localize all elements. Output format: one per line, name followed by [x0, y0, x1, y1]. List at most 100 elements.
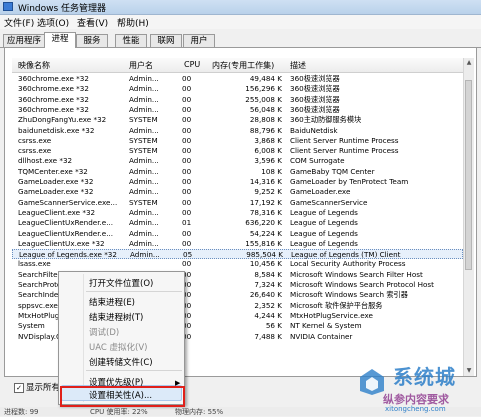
- tab-performance[interactable]: 性能: [115, 34, 147, 47]
- cell-memory: 49,484 K: [249, 74, 282, 83]
- menu-end-process-tree[interactable]: 结束进程树(T): [89, 311, 143, 323]
- cell-cpu: 00: [182, 166, 192, 176]
- column-image-name[interactable]: 映像名称: [18, 60, 50, 71]
- cell-description: GameBaby TQM Center: [290, 166, 375, 176]
- cell-description: GameLoader.exe: [290, 187, 351, 197]
- table-row[interactable]: GameLoader.exe *32 Admin... 00 9,252 K GameL…: [12, 187, 463, 197]
- menu-help[interactable]: 帮助(H): [117, 16, 149, 29]
- title-bar: Windows 任务管理器: [0, 0, 481, 15]
- table-row[interactable]: LeagueClient.exe *32 Admin... 00 78,316 K Le…: [12, 208, 463, 218]
- cell-memory: 28,808 K: [249, 115, 282, 125]
- table-row[interactable]: csrss.exe SYSTEM 00 3,868 K Client Server Ru…: [12, 136, 463, 146]
- table-row[interactable]: 360chrome.exe *32 Admin... 00 156,296 K 360极…: [12, 84, 463, 94]
- cell-cpu: 00: [182, 207, 192, 217]
- menu-options[interactable]: 选项(O): [37, 16, 69, 29]
- cell-image-name: GameLoader.exe *32: [18, 187, 94, 197]
- cell-image-name: dllhost.exe *32: [18, 156, 73, 166]
- cell-cpu: 01: [182, 218, 192, 228]
- scrollbar-thumb[interactable]: [465, 80, 472, 270]
- tab-services[interactable]: 服务: [76, 34, 108, 47]
- cell-image-name: 360chrome.exe *32: [18, 84, 89, 94]
- cell-cpu: 00: [182, 146, 192, 156]
- cell-description: NT Kernel & System: [290, 321, 362, 331]
- menu-create-dump-file[interactable]: 创建转储文件(C): [89, 356, 153, 368]
- cell-cpu: 00: [182, 187, 192, 197]
- cell-image-name: LeagueClientUxRender.e...: [18, 228, 114, 238]
- cell-image-name: baidunetdisk.exe *32: [18, 125, 95, 135]
- cell-user-name: Admin...: [129, 228, 159, 238]
- column-user-name[interactable]: 用户名: [129, 60, 153, 71]
- table-row[interactable]: csrss.exe SYSTEM 00 6,008 K Client Server Ru…: [12, 146, 463, 156]
- column-memory[interactable]: 内存(专用工作集): [212, 60, 274, 71]
- cell-user-name: SYSTEM: [129, 135, 158, 145]
- cell-user-name: Admin...: [129, 238, 159, 248]
- cell-description: 360极速浏览器: [290, 84, 340, 94]
- cell-memory: 6,008 K: [254, 146, 282, 156]
- cell-user-name: Admin...: [129, 125, 159, 135]
- cell-user-name: SYSTEM: [129, 146, 158, 156]
- table-row[interactable]: GameScannerService.exe... SYSTEM 00 17,192 …: [12, 198, 463, 208]
- cell-image-name: 360chrome.exe *32: [18, 94, 89, 104]
- table-row[interactable]: 360chrome.exe *32 Admin... 00 49,484 K 360极速…: [12, 74, 463, 84]
- menu-file[interactable]: 文件(F): [4, 16, 34, 29]
- cell-description: Microsoft 软件保护平台服务: [290, 300, 383, 310]
- cell-cpu: 00: [182, 84, 192, 94]
- cell-cpu: 00: [182, 125, 192, 135]
- table-row[interactable]: LeagueClientUxRender.e... Admin... 00 54,22…: [12, 229, 463, 239]
- cell-memory: 155,816 K: [245, 238, 282, 248]
- menu-bar: 文件(F) 选项(O) 查看(V) 帮助(H): [0, 15, 481, 29]
- cell-description: Microsoft Windows Search Protocol Host: [290, 280, 434, 289]
- tab-applications[interactable]: 应用程序: [3, 34, 45, 47]
- window-title: Windows 任务管理器: [18, 4, 107, 14]
- table-row[interactable]: dllhost.exe *32 Admin... 00 3,596 K COM Surr…: [12, 156, 463, 166]
- table-row[interactable]: League of Legends.exe *32 Admin... 05 985,5…: [12, 249, 463, 260]
- cell-description: League of Legends: [290, 207, 358, 217]
- table-row[interactable]: LeagueClientUx.exe *32 Admin... 00 155,816 …: [12, 239, 463, 249]
- cell-description: BaiduNetdisk: [290, 125, 338, 135]
- menu-view[interactable]: 查看(V): [77, 16, 108, 29]
- cell-image-name: LeagueClient.exe *32: [18, 207, 96, 217]
- vertical-scrollbar[interactable]: ▲ ▼: [463, 58, 474, 376]
- cell-description: 360主动防御服务模块: [290, 115, 362, 125]
- task-manager-icon: [3, 2, 13, 11]
- table-row[interactable]: GameLoader.exe *32 Admin... 00 14,316 K Game…: [12, 177, 463, 187]
- cell-description: League of Legends: [290, 218, 358, 228]
- menu-end-process[interactable]: 结束进程(E): [89, 296, 135, 308]
- cell-memory: 636,220 K: [245, 218, 282, 228]
- menu-separator: [86, 291, 182, 292]
- cell-description: Client Server Runtime Process: [290, 146, 399, 156]
- table-header: 映像名称 用户名 CPU 内存(专用工作集) 描述: [12, 58, 463, 73]
- table-row[interactable]: 360chrome.exe *32 Admin... 00 255,008 K 360极…: [12, 95, 463, 105]
- cell-memory: 9,252 K: [254, 187, 282, 197]
- highlight-annotation: [60, 386, 185, 407]
- cell-memory: 56 K: [265, 321, 282, 331]
- cell-description: 360极速浏览器: [290, 94, 340, 104]
- cell-memory: 156,296 K: [245, 84, 282, 94]
- table-row[interactable]: 360chrome.exe *32 Admin... 00 56,048 K 360极速…: [12, 105, 463, 115]
- watermark: 系统城 纵参内容要求 xitongcheng.com: [355, 355, 481, 416]
- checkbox-icon[interactable]: ✓: [14, 382, 24, 393]
- cell-user-name: Admin...: [129, 177, 159, 186]
- cell-memory: 3,868 K: [254, 135, 282, 145]
- table-row[interactable]: lsass.exe 00 10,456 K Local Security Author…: [12, 259, 463, 269]
- tab-networking[interactable]: 联网: [150, 34, 182, 47]
- scroll-up-icon[interactable]: ▲: [464, 58, 474, 68]
- column-description[interactable]: 描述: [290, 60, 306, 71]
- cell-memory: 3,596 K: [254, 156, 282, 166]
- table-row[interactable]: LeagueClientUxRender.e... Admin... 01 636,2…: [12, 218, 463, 228]
- tab-processes[interactable]: 进程: [44, 32, 76, 48]
- table-row[interactable]: TQMCenter.exe *32 Admin... 00 108 K GameBaby…: [12, 167, 463, 177]
- cell-memory: 8,584 K: [254, 269, 282, 279]
- cell-description: MtxHotPlugService.exe: [290, 310, 373, 320]
- menu-open-file-location[interactable]: 打开文件位置(O): [89, 277, 153, 289]
- cell-description: GameLoader by TenProtect Team: [290, 177, 409, 186]
- table-row[interactable]: baidunetdisk.exe *32 Admin... 00 88,796 K Ba…: [12, 126, 463, 136]
- cell-memory: 7,324 K: [254, 280, 282, 289]
- cell-description: League of Legends: [290, 238, 358, 248]
- table-row[interactable]: ZhuDongFangYu.exe *32 SYSTEM 00 28,808 K 360…: [12, 115, 463, 125]
- tab-users[interactable]: 用户: [183, 34, 215, 47]
- cell-description: NVIDIA Container: [290, 331, 353, 341]
- column-cpu[interactable]: CPU: [184, 60, 200, 69]
- cell-cpu: 00: [182, 259, 192, 269]
- cell-description: GameScannerService: [290, 197, 368, 207]
